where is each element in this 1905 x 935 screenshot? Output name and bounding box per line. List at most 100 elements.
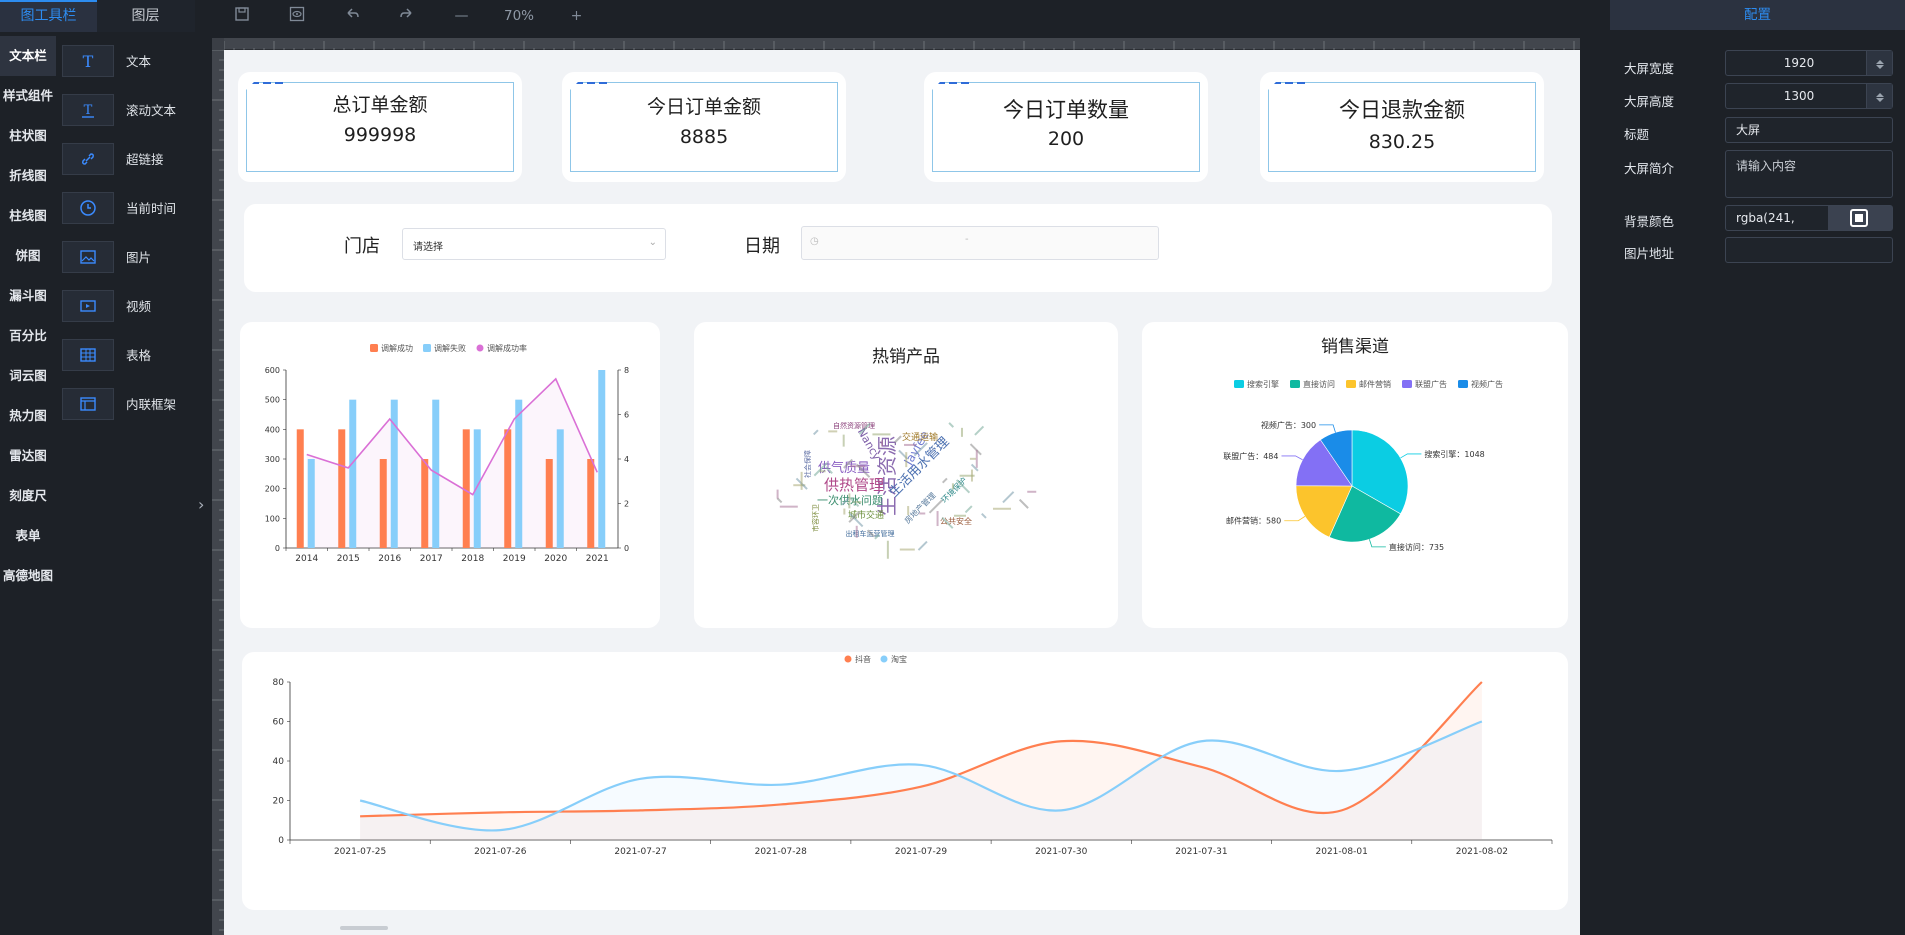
image-url-input[interactable]	[1725, 237, 1893, 263]
legend-label: 调解成功率	[487, 343, 527, 353]
color-picker-button[interactable]	[1828, 206, 1892, 230]
collapse-panel-icon[interactable]: ›	[198, 495, 204, 514]
category-item[interactable]: 表单	[0, 516, 56, 556]
area-chart: 抖音 淘宝 0 20 40 60 80 2021-07-25 2021-07-26 2021-07…	[273, 654, 1553, 857]
x-tick-label: 2021-07-29	[895, 847, 948, 857]
category-item[interactable]: 高德地图	[0, 556, 56, 596]
x-tick-label: 2019	[503, 554, 526, 564]
legend-swatch	[1290, 380, 1300, 388]
component-item[interactable]: 视频	[56, 281, 214, 330]
component-item[interactable]: 图片	[56, 232, 214, 281]
wordcloud-filler	[842, 434, 845, 447]
prop-label-title: 标题	[1624, 127, 1650, 142]
wordcloud-filler	[813, 429, 819, 436]
legend-label: 直接访问	[1303, 379, 1335, 389]
component-label: 文本	[126, 54, 152, 69]
screen-width-input[interactable]: 1920	[1725, 50, 1893, 76]
category-item[interactable]: 热力图	[0, 396, 56, 436]
y2-tick-label: 2	[624, 500, 629, 509]
preview-icon[interactable]	[269, 6, 324, 26]
image-icon	[62, 240, 114, 273]
wordcloud-filler	[974, 425, 985, 436]
kpi-card-total-amount[interactable]: 总订单金额 999998	[238, 72, 522, 182]
kpi-value: 830.25	[1368, 131, 1436, 153]
screen-height-input[interactable]: 1300	[1725, 83, 1893, 109]
category-item[interactable]: 刻度尺	[0, 476, 56, 516]
zoom-in-button[interactable]: +	[549, 8, 604, 24]
component-item[interactable]: T 文本	[56, 36, 214, 85]
component-item[interactable]: 内联框架	[56, 379, 214, 428]
bar	[545, 459, 553, 548]
filter-card: 门店 请选择 ⌄ 日期 ◷ -	[244, 204, 1552, 292]
category-item[interactable]: 百分比	[0, 316, 56, 356]
wordcloud-card[interactable]: 热销产品 生活资源供热管理供气质量生活用水管理Jayfee一次供水问题Nancy…	[694, 322, 1118, 628]
y-tick-label: 60	[273, 718, 285, 728]
x-tick-label: 2014	[295, 554, 318, 564]
legend-swatch	[423, 344, 431, 352]
bar-line-chart-card[interactable]: 调解成功 调解失败 调解成功率 0 100 200 300 400 500 600 0 2 4 6 8 201…	[240, 322, 660, 628]
color-swatch-icon	[1850, 209, 1868, 227]
tab-toolbar[interactable]: 图工具栏	[0, 0, 97, 32]
store-select-placeholder: 请选择	[413, 242, 443, 253]
component-item[interactable]: T 滚动文本	[56, 85, 214, 134]
height-stepper[interactable]	[1866, 84, 1892, 108]
x-tick-label: 2021-07-30	[1035, 847, 1088, 857]
component-item[interactable]: 表格	[56, 330, 214, 379]
category-item[interactable]: 柱线图	[0, 196, 56, 236]
legend-swatch	[1346, 380, 1356, 388]
store-select[interactable]: 请选择 ⌄	[402, 228, 666, 260]
wordcloud-filler	[975, 449, 978, 468]
y-tick-label: 500	[265, 396, 280, 405]
category-item[interactable]: 柱状图	[0, 116, 56, 156]
category-item[interactable]: 饼图	[0, 236, 56, 276]
bar	[598, 370, 606, 548]
wordcloud-filler	[848, 493, 851, 509]
wordcloud-filler	[948, 422, 955, 428]
kpi-card-today-amount[interactable]: 今日订单金额 8885	[562, 72, 846, 182]
date-range-picker[interactable]: ◷ -	[801, 226, 1159, 260]
category-item[interactable]: 词云图	[0, 356, 56, 396]
canvas-scrollbar[interactable]	[340, 926, 388, 930]
bar-line-chart: 调解成功 调解失败 调解成功率 0 100 200 300 400 500 600 0 2 4 6 8 201…	[265, 343, 629, 564]
component-item[interactable]: 当前时间	[56, 183, 214, 232]
x-tick-label: 2021-07-25	[334, 847, 386, 857]
legend-label: 邮件营销	[1359, 379, 1391, 389]
undo-icon[interactable]	[324, 6, 379, 26]
redo-icon[interactable]	[379, 6, 434, 26]
kpi-card-refund-amount[interactable]: 今日退款金额 830.25	[1260, 72, 1544, 182]
wordcloud-filler	[1027, 490, 1037, 493]
bg-color-input[interactable]: rgba(241,	[1725, 205, 1893, 231]
description-textarea[interactable]: 请输入内容	[1725, 150, 1893, 198]
y-tick-label: 300	[265, 455, 280, 464]
component-item[interactable]: 超链接	[56, 134, 214, 183]
wordcloud-filler	[953, 514, 966, 517]
x-tick-label: 2021-07-31	[1175, 847, 1227, 857]
category-item[interactable]: 文本栏	[0, 36, 56, 76]
area-chart-card[interactable]: 抖音 淘宝 0 20 40 60 80 2021-07-25 2021-07-26 2021-07…	[242, 652, 1568, 910]
title-input[interactable]: 大屏	[1725, 117, 1893, 143]
category-item[interactable]: 折线图	[0, 156, 56, 196]
wordcloud-filler	[855, 525, 858, 538]
x-tick-label: 2021-07-28	[755, 847, 808, 857]
category-item[interactable]: 雷达图	[0, 436, 56, 476]
component-label: 滚动文本	[126, 103, 177, 118]
category-item[interactable]: 漏斗图	[0, 276, 56, 316]
wordcloud-filler	[942, 477, 948, 484]
legend-swatch	[844, 655, 852, 663]
y-tick-label: 0	[275, 544, 280, 553]
bar	[307, 459, 315, 548]
width-stepper[interactable]	[1866, 51, 1892, 75]
horizontal-ruler[interactable]	[223, 38, 1580, 53]
app-root: 图工具栏 图层 文本栏 样式组件 柱状图 折线图 柱线图 饼图 漏斗图 百分比 词云图 热力图 雷达…	[0, 0, 1905, 935]
left-panel-tabs: 图工具栏 图层	[0, 0, 195, 32]
kpi-card-today-count[interactable]: 今日订单数量 200	[924, 72, 1208, 182]
category-item[interactable]: 样式组件	[0, 76, 56, 116]
kpi-title: 今日订单数量	[1003, 98, 1129, 122]
design-canvas[interactable]: 总订单金额 999998 今日订单金额 8885 今日订单数量 200 今日退款…	[224, 50, 1580, 935]
vertical-ruler[interactable]	[212, 49, 224, 935]
tab-layers[interactable]: 图层	[97, 0, 194, 32]
legend-label: 联盟广告	[1415, 379, 1447, 389]
save-icon[interactable]	[214, 6, 269, 26]
pie-chart-card[interactable]: 销售渠道 搜索引擎 直接访问 邮件营销 联盟广告 视频广告 搜索引擎：1048 直接访问：7…	[1142, 322, 1568, 628]
zoom-out-button[interactable]: —	[434, 8, 489, 24]
